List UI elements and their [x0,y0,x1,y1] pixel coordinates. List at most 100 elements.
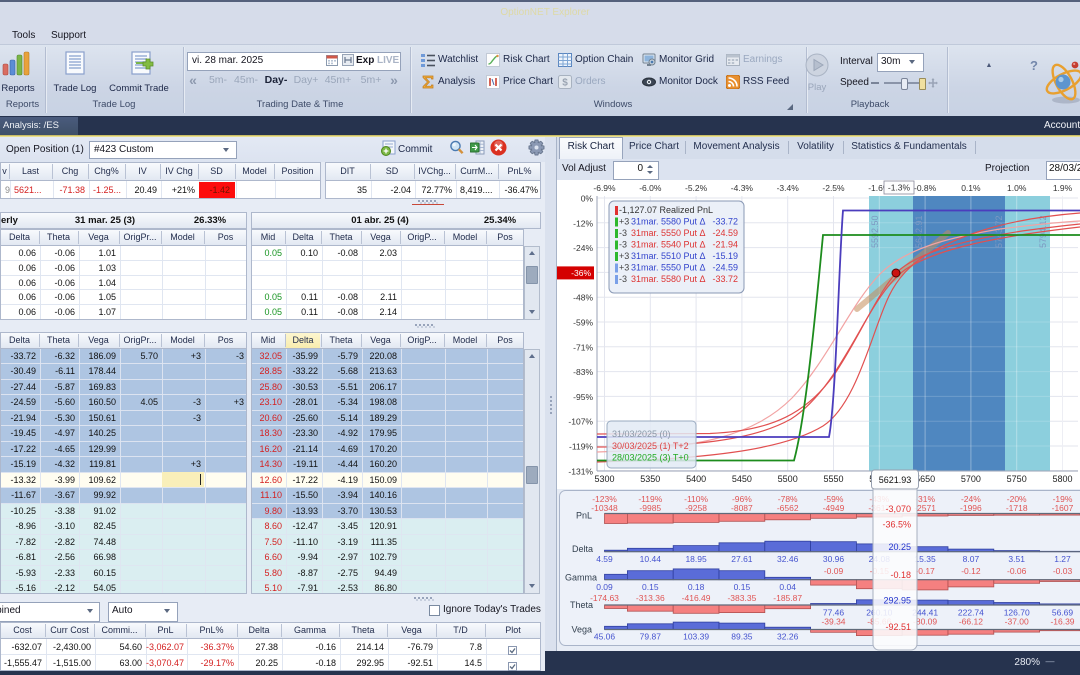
svg-text:31mar. 5510 Put Δ: 31mar. 5510 Put Δ [631,251,706,261]
svg-text:-313.36: -313.36 [636,593,665,603]
svg-text:-4949: -4949 [823,503,845,513]
svg-text:0.04: 0.04 [779,582,796,592]
svg-text:+3: +3 [619,263,629,273]
svg-text:-37.00: -37.00 [1005,617,1029,627]
svg-text:-0.12: -0.12 [961,566,981,576]
svg-text:-3: -3 [619,274,627,284]
svg-text:5500: 5500 [778,474,798,484]
svg-text:-36%: -36% [571,268,591,278]
svg-text:-4.3%: -4.3% [731,183,754,193]
svg-text:5700: 5700 [961,474,981,484]
svg-text:-0.18: -0.18 [890,570,911,580]
svg-text:5450: 5450 [732,474,752,484]
svg-text:-0.03: -0.03 [1053,566,1073,576]
svg-text:-131%: -131% [568,466,593,476]
svg-text:-6562: -6562 [777,503,799,513]
svg-text:-1607: -1607 [1052,503,1074,513]
svg-text:-33.72: -33.72 [712,217,738,227]
svg-text:79.87: 79.87 [640,632,662,642]
svg-text:31mar. 5550 Put Δ: 31mar. 5550 Put Δ [631,263,706,273]
svg-text:-1,127.07 Realized PnL: -1,127.07 Realized PnL [619,205,713,215]
svg-text:-2571: -2571 [914,503,936,513]
svg-text:5621.93: 5621.93 [879,475,912,485]
svg-text:-15.19: -15.19 [712,251,738,261]
svg-text:-107%: -107% [568,417,593,427]
svg-text:-8087: -8087 [731,503,753,513]
svg-text:-1718: -1718 [1006,503,1028,513]
svg-text:-119%: -119% [569,442,593,452]
svg-text:-5.2%: -5.2% [685,183,708,193]
svg-text:31mar. 5580 Put Δ: 31mar. 5580 Put Δ [631,217,706,227]
svg-text:-0.8%: -0.8% [914,183,937,193]
svg-text:-6.9%: -6.9% [593,183,616,193]
svg-text:-6.0%: -6.0% [639,183,662,193]
svg-text:-95%: -95% [573,392,593,402]
svg-text:0.18: 0.18 [688,582,705,592]
svg-text:-2.5%: -2.5% [822,183,845,193]
svg-text:-92.51: -92.51 [885,622,911,632]
svg-text:-3: -3 [619,228,627,238]
svg-text:18.95: 18.95 [685,554,707,564]
svg-text:45.06: 45.06 [594,632,616,642]
svg-text:5400: 5400 [686,474,706,484]
svg-text:-24%: -24% [573,243,593,253]
svg-text:-10348: -10348 [591,503,618,513]
svg-text:-185.87: -185.87 [773,593,802,603]
svg-text:30/03/2025 (1) T+2: 30/03/2025 (1) T+2 [612,441,689,451]
svg-text:-9985: -9985 [639,503,661,513]
svg-text:-0.06: -0.06 [1007,566,1027,576]
svg-text:28/03/2025 (3) T+0: 28/03/2025 (3) T+0 [612,453,689,463]
svg-text:-48%: -48% [573,293,593,303]
svg-text:-16.39: -16.39 [1050,617,1074,627]
svg-text:-1.3%: -1.3% [888,183,911,193]
svg-text:5300: 5300 [594,474,614,484]
svg-text:1.0%: 1.0% [1007,183,1027,193]
svg-text:Vega: Vega [571,625,592,635]
svg-text:-174.63: -174.63 [590,593,619,603]
svg-text:32.26: 32.26 [777,632,799,642]
svg-text:+3: +3 [619,251,629,261]
svg-text:Delta: Delta [572,544,593,554]
svg-text:-12%: -12% [573,218,593,228]
svg-text:5743.72: 5743.72 [994,215,1004,248]
svg-text:31mar. 5580 Put Δ: 31mar. 5580 Put Δ [631,274,706,284]
svg-text:1.9%: 1.9% [1053,183,1073,193]
svg-text:-33.72: -33.72 [712,274,738,284]
svg-text:27.61: 27.61 [731,554,753,564]
svg-text:15.35: 15.35 [914,554,936,564]
svg-text:32.46: 32.46 [777,554,799,564]
svg-text:-3.4%: -3.4% [777,183,800,193]
svg-text:-3: -3 [619,240,627,250]
svg-text:103.39: 103.39 [683,632,709,642]
svg-text:1.27: 1.27 [1054,554,1071,564]
svg-text:0.15: 0.15 [734,582,751,592]
svg-text:89.35: 89.35 [731,632,753,642]
svg-text:5592.50: 5592.50 [870,215,880,248]
svg-text:-0.09: -0.09 [824,566,844,576]
svg-text:-416.49: -416.49 [682,593,711,603]
svg-text:-9258: -9258 [685,503,707,513]
svg-text:31mar. 5550 Put Δ: 31mar. 5550 Put Δ [631,228,706,238]
svg-text:8.07: 8.07 [963,554,980,564]
svg-text:-71%: -71% [573,342,593,352]
svg-text:292.95: 292.95 [883,596,911,606]
svg-text:+3: +3 [619,217,629,227]
svg-text:0.1%: 0.1% [961,183,981,193]
svg-text:PnL: PnL [576,511,592,521]
svg-text:Gamma: Gamma [565,573,597,583]
svg-text:-39.34: -39.34 [821,617,845,627]
svg-text:30.96: 30.96 [823,554,845,564]
svg-text:-24.59: -24.59 [712,228,738,238]
svg-text:0.09: 0.09 [596,582,613,592]
svg-text:-24.59: -24.59 [712,263,738,273]
svg-text:4.59: 4.59 [596,554,613,564]
svg-text:-0.17: -0.17 [915,566,935,576]
svg-text:31mar. 5540 Put Δ: 31mar. 5540 Put Δ [631,240,706,250]
svg-text:5350: 5350 [640,474,660,484]
svg-text:Theta: Theta [570,600,593,610]
svg-text:-21.94: -21.94 [712,240,738,250]
svg-text:-83%: -83% [573,367,593,377]
svg-text:0.15: 0.15 [642,582,659,592]
svg-text:-3,070: -3,070 [885,504,911,514]
svg-text:0%: 0% [581,194,594,204]
